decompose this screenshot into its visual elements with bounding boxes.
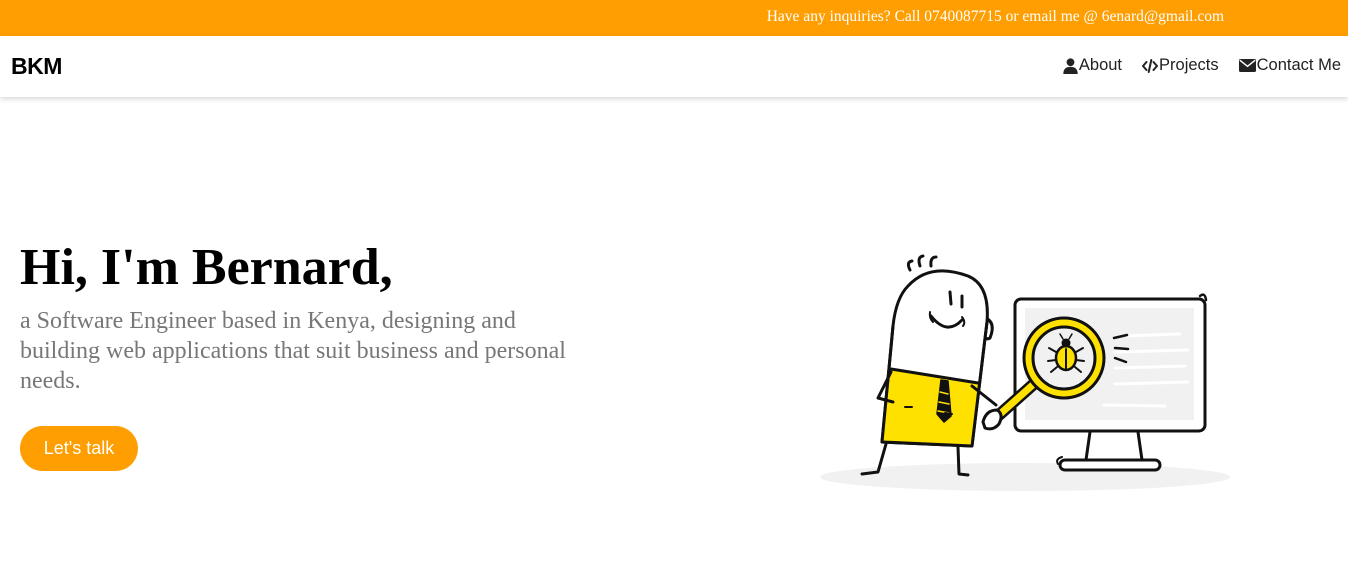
hand: [981, 408, 1003, 431]
developer-debugging-illustration: [820, 254, 1230, 491]
user-icon: [1063, 57, 1078, 74]
nav-links: About Projects Contact Me: [1063, 56, 1341, 75]
nav-link-about[interactable]: About: [1063, 56, 1122, 75]
nav-link-label: Projects: [1159, 56, 1219, 74]
lets-talk-button[interactable]: Let's talk: [20, 426, 138, 471]
hero-title: Hi, I'm Bernard,: [20, 239, 393, 296]
nav-link-projects[interactable]: Projects: [1142, 56, 1219, 75]
code-icon: [1142, 58, 1159, 73]
brand-logo[interactable]: BKM: [11, 53, 62, 80]
ground-shadow: [820, 463, 1230, 491]
inquiry-text: Have any inquiries? Call 0740087715 or e…: [766, 8, 1224, 25]
envelope-icon: [1238, 59, 1256, 72]
navbar: BKM About Projects Contact Me: [0, 36, 1348, 97]
stick-figure: [860, 254, 998, 477]
top-info-bar: Have any inquiries? Call 0740087715 or e…: [0, 0, 1348, 36]
nav-link-contact[interactable]: Contact Me: [1238, 56, 1341, 75]
nav-link-label: About: [1078, 56, 1123, 74]
nav-link-label: Contact Me: [1256, 56, 1341, 74]
hero-subtitle: a Software Engineer based in Kenya, desi…: [20, 308, 566, 394]
